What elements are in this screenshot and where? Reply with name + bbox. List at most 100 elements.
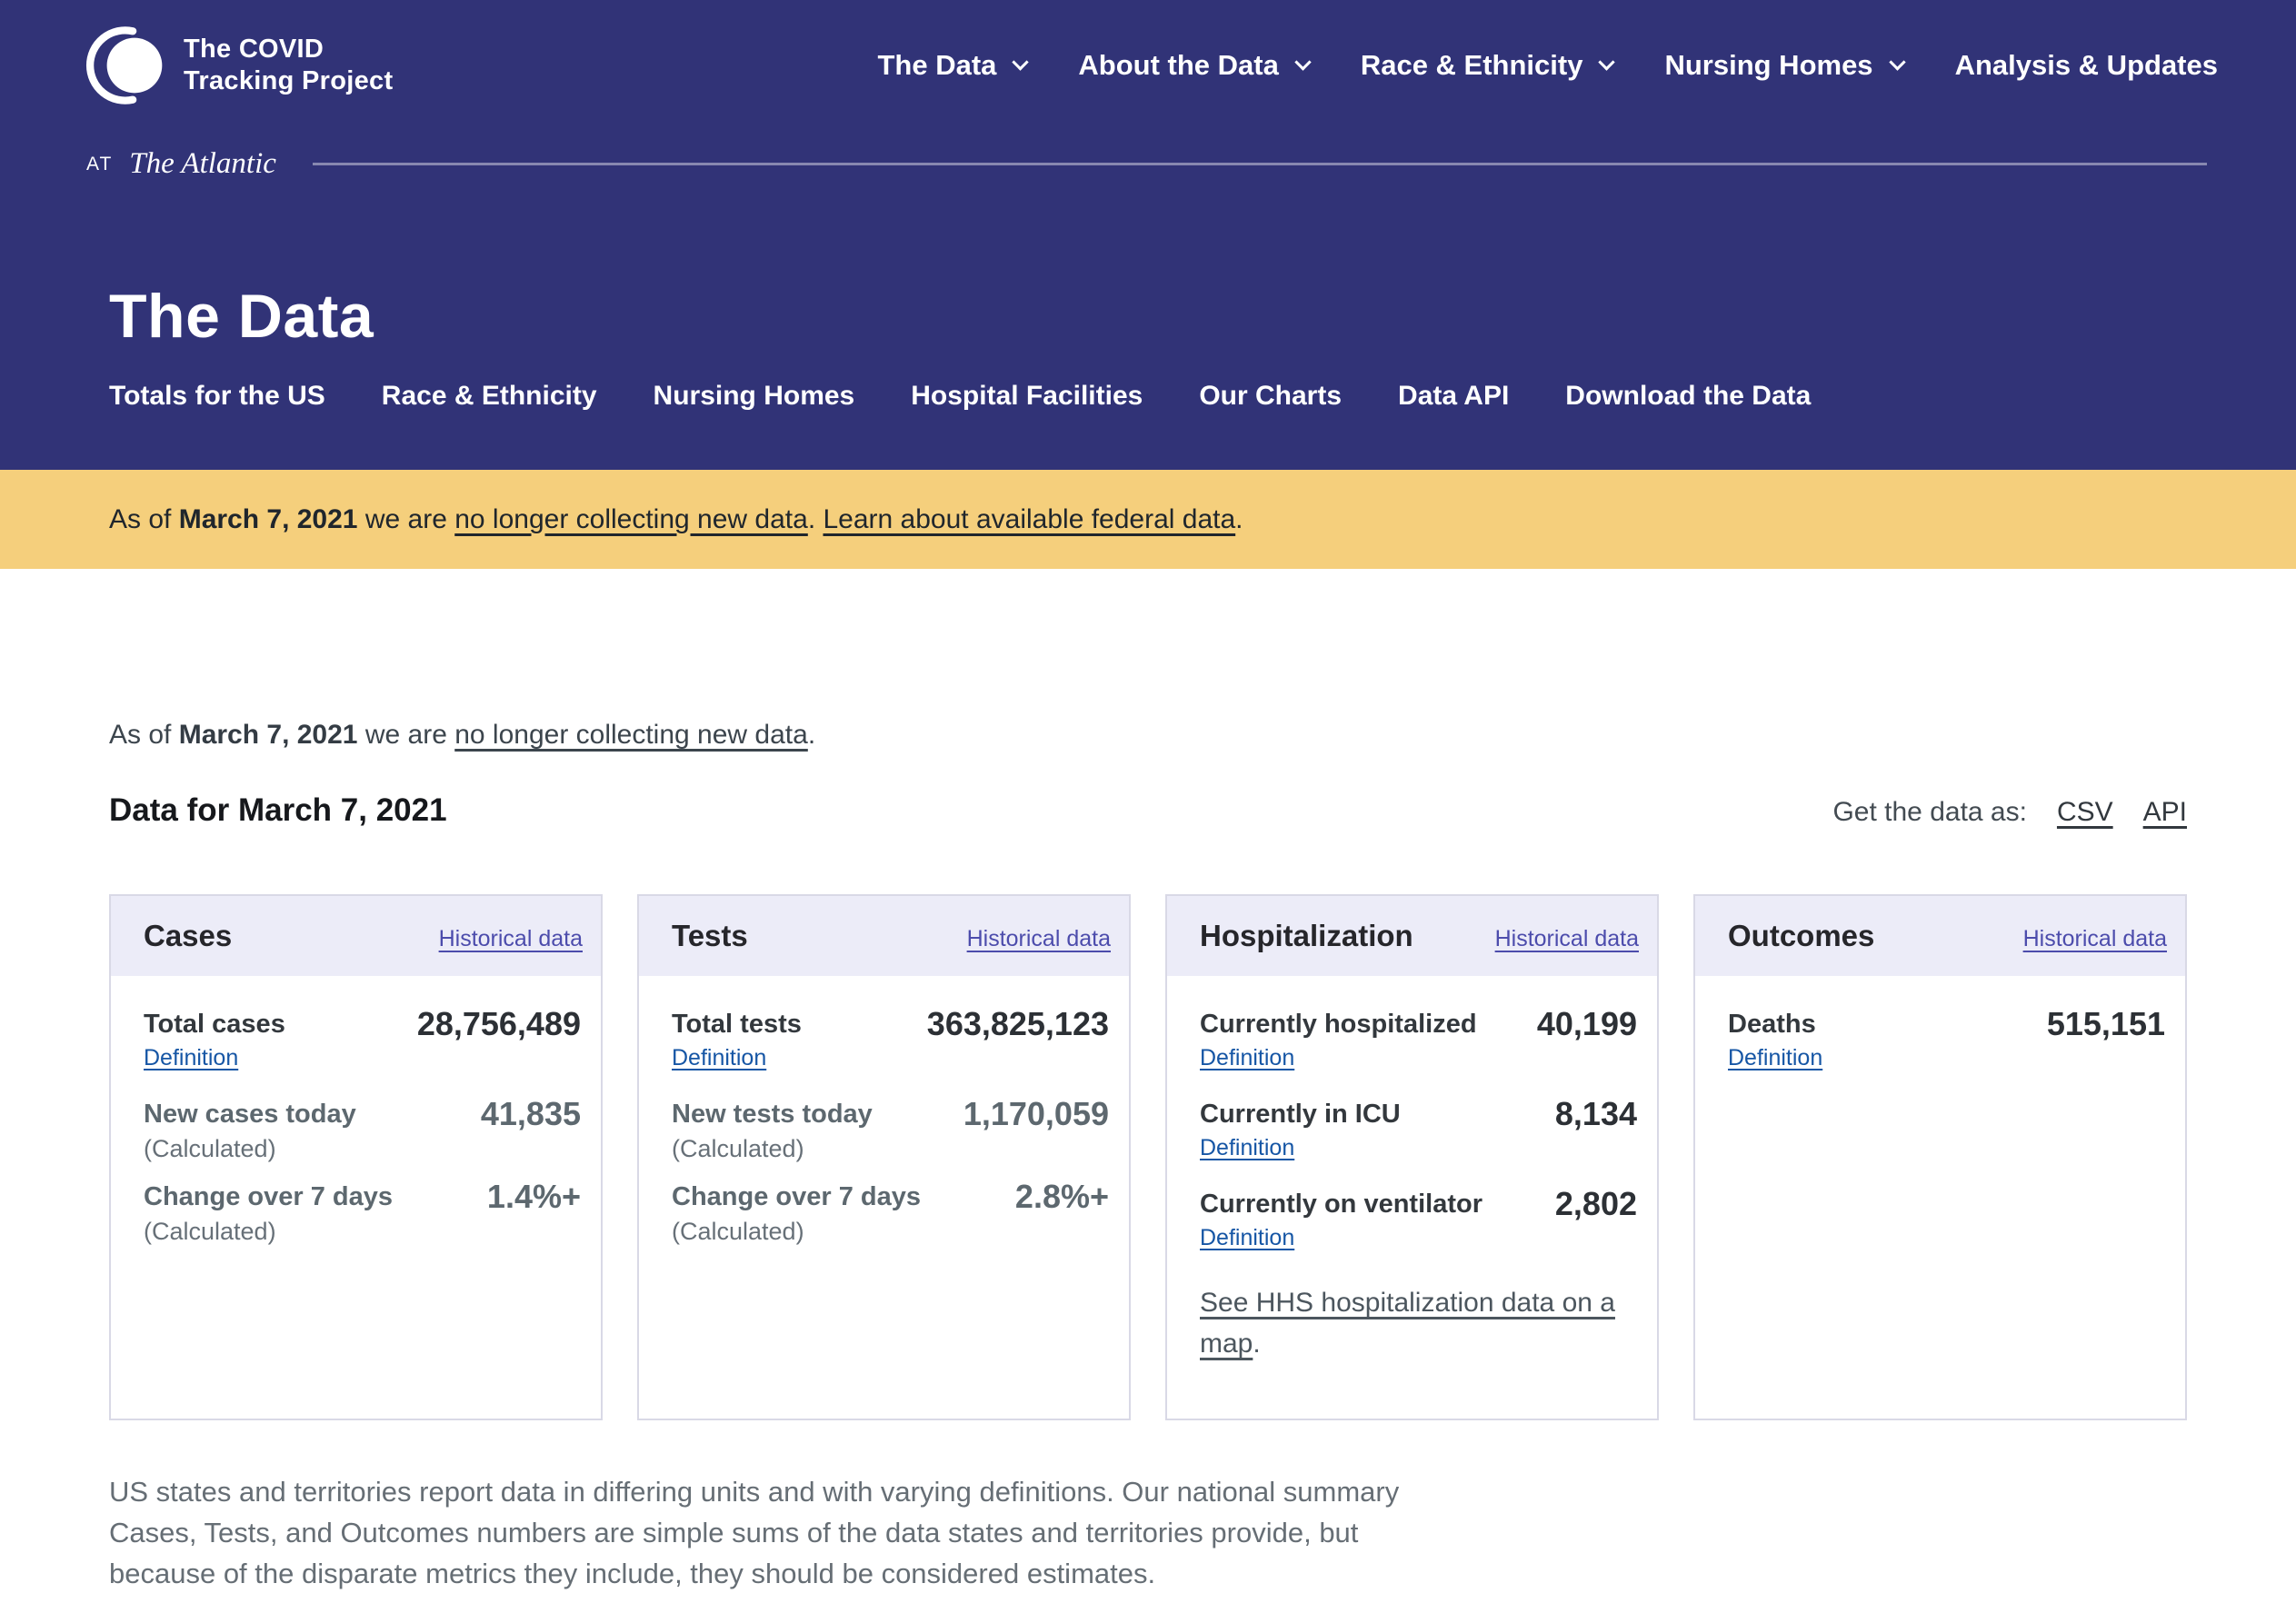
stat-row: Currently hospitalized 40,199 [1200, 1009, 1637, 1040]
stat-value: 41,835 [481, 1099, 581, 1130]
stat-row: Total tests 363,825,123 [672, 1009, 1109, 1040]
notice-text: As of [109, 720, 179, 750]
nav-item-the-data[interactable]: The Data [877, 49, 1026, 82]
chevron-down-icon [1013, 54, 1029, 70]
main-content: As of March 7, 2021 we are no longer col… [0, 720, 2296, 1594]
nav-item-label: The Data [877, 49, 996, 82]
get-data-as: Get the data as: CSV API [1832, 797, 2187, 828]
chevron-down-icon [1889, 54, 1905, 70]
nav-item-label: About the Data [1078, 49, 1278, 82]
notice-line: As of March 7, 2021 we are no longer col… [109, 720, 2187, 751]
definition-link[interactable]: Definition [1200, 1225, 1294, 1251]
card-title: Hospitalization [1200, 919, 1413, 953]
main-nav: The Data About the Data Race & Ethnicity… [825, 49, 2218, 82]
subnav-hospital-facilities[interactable]: Hospital Facilities [911, 381, 1143, 412]
stat-value: 28,756,489 [417, 1009, 581, 1040]
cases-card: Cases Historical data Total cases 28,756… [109, 894, 603, 1420]
card-header: Cases Historical data [111, 896, 601, 976]
subnav-totals-for-the-us[interactable]: Totals for the US [109, 381, 325, 412]
stat-label: Currently in ICU [1200, 1099, 1401, 1130]
historical-data-link[interactable]: Historical data [967, 926, 1111, 952]
stat-label: Change over 7 days [672, 1181, 921, 1212]
banner-text: . [1235, 504, 1243, 534]
card-title: Cases [144, 919, 232, 953]
card-header: Outcomes Historical data [1695, 896, 2185, 976]
stat-value: 2.8%+ [1015, 1181, 1109, 1212]
stat-label: Total tests [672, 1009, 802, 1040]
stat-value: 8,134 [1555, 1099, 1637, 1130]
subnav-our-charts[interactable]: Our Charts [1199, 381, 1342, 412]
nav-item-race-ethnicity[interactable]: Race & Ethnicity [1361, 49, 1613, 82]
nav-item-about-the-data[interactable]: About the Data [1078, 49, 1308, 82]
logo-line2: Tracking Project [184, 66, 393, 95]
nav-item-label: Nursing Homes [1664, 49, 1872, 82]
stat-label: New cases today [144, 1099, 356, 1130]
subnav-data-api[interactable]: Data API [1398, 381, 1509, 412]
historical-data-link[interactable]: Historical data [1495, 926, 1639, 952]
hhs-map-link[interactable]: See HHS hospitalization data on a map [1200, 1288, 1615, 1359]
nav-item-label: Race & Ethnicity [1361, 49, 1583, 82]
nav-item-label: Analysis & Updates [1955, 49, 2218, 82]
logo-text: The COVID Tracking Project [184, 34, 393, 97]
stat-label: New tests today [672, 1099, 873, 1130]
nav-item-nursing-homes[interactable]: Nursing Homes [1664, 49, 1902, 82]
covid-tracking-logo-icon [82, 22, 165, 109]
definition-link[interactable]: Definition [1728, 1045, 1822, 1071]
stat-value: 2,802 [1555, 1189, 1637, 1220]
data-for-date-heading: Data for March 7, 2021 [109, 792, 447, 829]
stat-row: New cases today 41,835 [144, 1099, 581, 1130]
banner-text: we are [358, 504, 455, 534]
atlantic-row: AT The Atlantic [0, 147, 2296, 181]
notice-text: we are [358, 720, 455, 750]
notice-no-longer-collecting-link[interactable]: no longer collecting new data [454, 720, 808, 750]
subnav-race-ethnicity[interactable]: Race & Ethnicity [382, 381, 597, 412]
banner-date: March 7, 2021 [179, 504, 358, 534]
card-header: Tests Historical data [639, 896, 1129, 976]
historical-data-link[interactable]: Historical data [2023, 926, 2167, 952]
definition-link[interactable]: Definition [1200, 1045, 1294, 1071]
definition-link[interactable]: Definition [1200, 1135, 1294, 1161]
data-header-row: Data for March 7, 2021 Get the data as: … [109, 792, 2187, 829]
site-logo[interactable]: The COVID Tracking Project [82, 22, 393, 109]
banner-text: . [808, 504, 824, 534]
stat-value: 1,170,059 [963, 1099, 1109, 1130]
title-block: The Data [0, 281, 2296, 352]
banner-federal-data-link[interactable]: Learn about available federal data [823, 504, 1235, 534]
stat-row: New tests today 1,170,059 [672, 1099, 1109, 1130]
stat-value: 40,199 [1537, 1009, 1637, 1040]
outcomes-card: Outcomes Historical data Deaths 515,151 … [1693, 894, 2187, 1420]
stat-label: Deaths [1728, 1009, 1816, 1040]
subnav-download-the-data[interactable]: Download the Data [1565, 381, 1811, 412]
stat-label: Currently on ventilator [1200, 1189, 1482, 1220]
stat-row: Change over 7 days 1.4%+ [144, 1181, 581, 1212]
card-header: Hospitalization Historical data [1167, 896, 1657, 976]
card-title: Tests [672, 919, 748, 953]
card-title: Outcomes [1728, 919, 1874, 953]
the-atlantic-wordmark[interactable]: The Atlantic [129, 147, 276, 181]
card-body: Total cases 28,756,489 Definition New ca… [111, 976, 601, 1291]
csv-link[interactable]: CSV [2057, 797, 2113, 828]
card-body: Currently hospitalized 40,199 Definition… [1167, 976, 1657, 1419]
stat-value: 515,151 [2047, 1009, 2165, 1040]
stat-row: Total cases 28,756,489 [144, 1009, 581, 1040]
definition-link[interactable]: Definition [144, 1045, 238, 1071]
definition-link[interactable]: Definition [672, 1045, 766, 1071]
banner-no-longer-collecting-link[interactable]: no longer collecting new data [454, 504, 808, 534]
chevron-down-icon [1599, 54, 1615, 70]
nav-item-analysis-updates[interactable]: Analysis & Updates [1955, 49, 2218, 82]
subnav-nursing-homes[interactable]: Nursing Homes [654, 381, 855, 412]
banner-text: As of [109, 504, 179, 534]
page-title: The Data [109, 281, 2187, 352]
stat-row: Currently on ventilator 2,802 [1200, 1189, 1637, 1220]
historical-data-link[interactable]: Historical data [439, 926, 583, 952]
calculated-note: (Calculated) [144, 1135, 581, 1163]
sub-nav: Totals for the US Race & Ethnicity Nursi… [0, 381, 2296, 470]
logo-line1: The COVID [184, 35, 324, 64]
stat-row: Currently in ICU 8,134 [1200, 1099, 1637, 1130]
api-link[interactable]: API [2143, 797, 2187, 828]
disclaimer-text: US states and territories report data in… [109, 1471, 1459, 1594]
stat-value: 363,825,123 [927, 1009, 1109, 1040]
calculated-note: (Calculated) [672, 1218, 1109, 1246]
hhs-map-period: . [1253, 1329, 1260, 1359]
header-divider [313, 163, 2207, 165]
